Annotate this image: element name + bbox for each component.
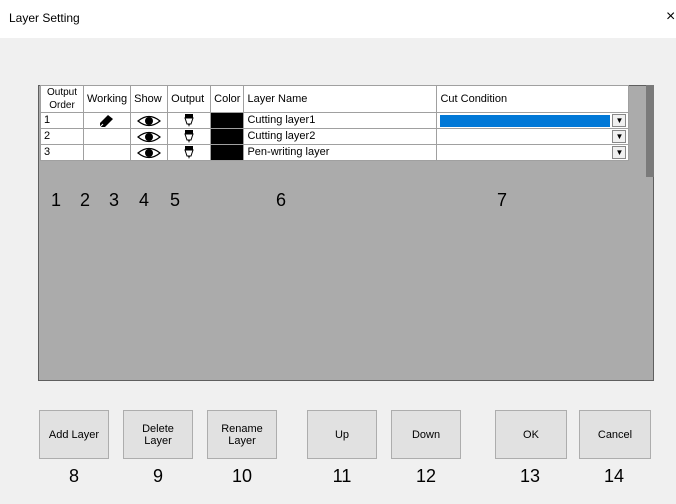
layer-name-cell[interactable]: Cutting layer2 bbox=[243, 128, 438, 145]
grid-scroll-strip bbox=[646, 85, 654, 177]
cut-condition-value bbox=[440, 131, 610, 143]
working-cell[interactable] bbox=[82, 144, 132, 161]
header-cut-condition: Cut Condition bbox=[436, 85, 630, 113]
button-number-label: 9 bbox=[152, 466, 163, 486]
eye-icon bbox=[134, 115, 164, 127]
button-number-label: 12 bbox=[415, 466, 437, 486]
column-number-label: 1 bbox=[51, 190, 62, 210]
header-working: Working bbox=[82, 85, 132, 113]
button-label: Up bbox=[334, 428, 350, 441]
button-label: OK bbox=[523, 428, 539, 441]
ok-button[interactable]: OK bbox=[495, 410, 567, 459]
button-label: Delete Layer bbox=[142, 422, 174, 447]
table-row[interactable]: 3 Pen-writing layer ▼ bbox=[40, 144, 630, 161]
layer-table: Output Order Working Show Output Color L… bbox=[40, 85, 630, 161]
table-header-row: Output Order Working Show Output Color L… bbox=[40, 85, 630, 113]
layer-setting-dialog: Layer Setting × Output Order Working Sho… bbox=[0, 0, 676, 504]
rename-layer-button[interactable]: Rename Layer bbox=[207, 410, 277, 459]
cut-condition-dropdown[interactable]: ▼ bbox=[436, 128, 630, 145]
show-cell[interactable] bbox=[130, 144, 169, 161]
cancel-button[interactable]: Cancel bbox=[579, 410, 651, 459]
layer-name-cell[interactable]: Pen-writing layer bbox=[243, 144, 438, 161]
table-row[interactable]: 2 Cutting layer2 ▼ bbox=[40, 128, 630, 145]
output-order-cell: 3 bbox=[40, 144, 84, 161]
cut-condition-value bbox=[440, 114, 611, 127]
layer-name-cell[interactable]: Cutting layer1 bbox=[243, 112, 438, 129]
working-cell[interactable] bbox=[82, 128, 132, 145]
show-cell[interactable] bbox=[130, 128, 169, 145]
button-label: Rename Layer bbox=[221, 422, 263, 447]
button-number-label: 13 bbox=[519, 466, 541, 486]
column-number-label: 3 bbox=[109, 190, 120, 210]
button-number-label: 8 bbox=[68, 466, 79, 486]
header-color: Color bbox=[210, 85, 245, 113]
column-number-label: 7 bbox=[497, 190, 508, 210]
down-button[interactable]: Down bbox=[391, 410, 461, 459]
button-number-label: 11 bbox=[332, 466, 352, 486]
cut-condition-dropdown[interactable]: ▼ bbox=[436, 112, 630, 129]
column-number-label: 2 bbox=[80, 190, 91, 210]
title-bar: Layer Setting × bbox=[0, 0, 676, 38]
output-order-cell: 1 bbox=[40, 112, 84, 129]
output-cell[interactable] bbox=[167, 128, 212, 145]
pencil-icon bbox=[87, 114, 127, 128]
up-button[interactable]: Up bbox=[307, 410, 377, 459]
output-cell[interactable] bbox=[167, 112, 212, 129]
button-number-label: 10 bbox=[231, 466, 253, 486]
column-number-label: 4 bbox=[139, 190, 150, 210]
table-row[interactable]: 1 Cutting layer1 ▼ bbox=[40, 112, 630, 129]
window-title: Layer Setting bbox=[9, 11, 80, 25]
eye-icon bbox=[134, 147, 164, 159]
color-swatch[interactable] bbox=[210, 128, 245, 145]
cut-condition-value bbox=[440, 147, 610, 159]
delete-layer-button[interactable]: Delete Layer bbox=[123, 410, 193, 459]
output-order-cell: 2 bbox=[40, 128, 84, 145]
header-output-order: Output Order bbox=[40, 85, 84, 113]
chevron-down-icon[interactable]: ▼ bbox=[612, 129, 627, 143]
cutter-icon bbox=[171, 145, 207, 160]
cutter-icon bbox=[171, 113, 207, 128]
show-cell[interactable] bbox=[130, 112, 169, 129]
output-cell[interactable] bbox=[167, 144, 212, 161]
cut-condition-dropdown[interactable]: ▼ bbox=[436, 144, 630, 161]
header-show: Show bbox=[130, 85, 169, 113]
eye-icon bbox=[134, 131, 164, 143]
button-number-label: 14 bbox=[603, 466, 625, 486]
close-icon[interactable]: × bbox=[666, 7, 675, 27]
chevron-down-icon[interactable]: ▼ bbox=[612, 113, 627, 127]
column-number-label: 6 bbox=[276, 190, 287, 210]
working-cell[interactable] bbox=[82, 112, 132, 129]
button-label: Add Layer bbox=[48, 428, 100, 441]
button-label: Down bbox=[411, 428, 441, 441]
header-output: Output bbox=[167, 85, 212, 113]
button-label: Cancel bbox=[597, 428, 633, 441]
add-layer-button[interactable]: Add Layer bbox=[39, 410, 109, 459]
color-swatch[interactable] bbox=[210, 144, 245, 161]
header-layer-name: Layer Name bbox=[243, 85, 438, 113]
column-number-label: 5 bbox=[170, 190, 181, 210]
color-swatch[interactable] bbox=[210, 112, 245, 129]
cutter-icon bbox=[171, 129, 207, 144]
chevron-down-icon[interactable]: ▼ bbox=[612, 145, 627, 159]
